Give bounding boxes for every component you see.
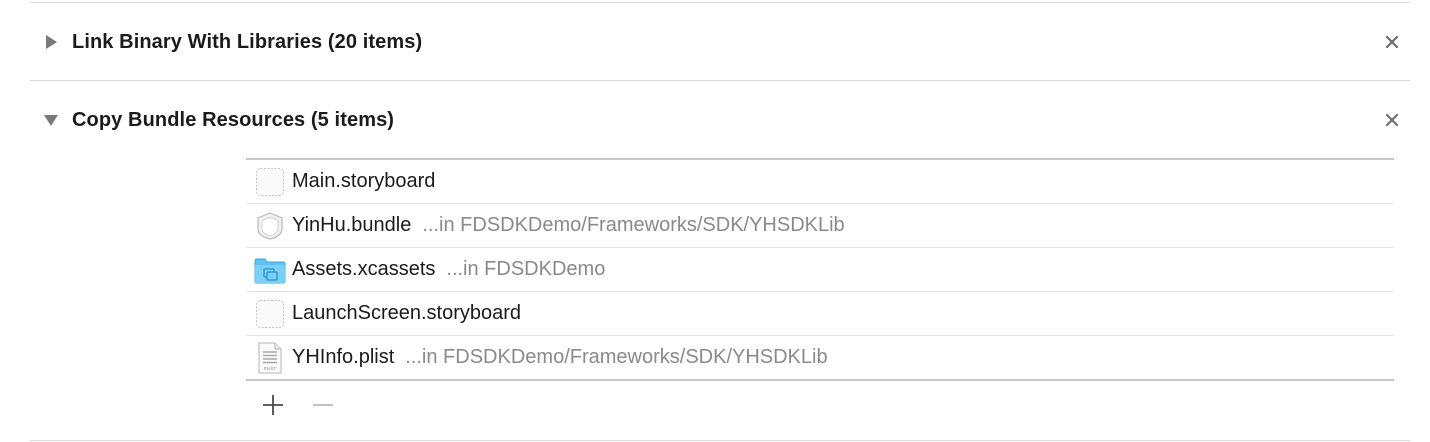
disclosure-triangle-expanded[interactable] xyxy=(30,100,72,140)
table-row[interactable]: LaunchScreen.storyboard xyxy=(246,292,1394,336)
file-path: ...in FDSDKDemo xyxy=(446,258,606,280)
resource-file-list: Main.storyboard YinHu.bundle ...in FDSDK… xyxy=(246,158,1394,381)
plist-file-icon: PLIST xyxy=(254,342,286,374)
file-name: Assets.xcassets xyxy=(292,258,436,280)
file-name: YHInfo.plist xyxy=(292,346,395,368)
remove-phase-button[interactable] xyxy=(1382,110,1402,130)
file-path: ...in FDSDKDemo/Frameworks/SDK/YHSDKLib xyxy=(422,214,845,236)
phase-copy-bundle-resources: Copy Bundle Resources (5 items) xyxy=(30,100,1410,140)
close-icon xyxy=(1385,35,1399,49)
file-name: YinHu.bundle xyxy=(292,214,412,236)
list-footer-controls xyxy=(258,392,338,418)
bottom-separator xyxy=(30,440,1410,441)
file-name: LaunchScreen.storyboard xyxy=(292,302,522,324)
phase-title: Link Binary With Libraries (20 items) xyxy=(72,30,423,53)
file-path: ...in FDSDKDemo/Frameworks/SDK/YHSDKLib xyxy=(405,346,828,368)
phase-separator xyxy=(30,80,1410,81)
build-phases-panel: Link Binary With Libraries (20 items) Co… xyxy=(0,0,1430,442)
phase-link-binary: Link Binary With Libraries (20 items) xyxy=(30,22,1410,62)
bundle-icon xyxy=(254,210,286,242)
top-separator xyxy=(30,2,1410,3)
phase-title: Copy Bundle Resources (5 items) xyxy=(72,108,395,131)
table-row[interactable]: YinHu.bundle ...in FDSDKDemo/Frameworks/… xyxy=(246,204,1394,248)
storyboard-file-icon xyxy=(254,166,286,198)
remove-phase-button[interactable] xyxy=(1382,32,1402,52)
triangle-right-icon xyxy=(46,35,57,49)
table-row[interactable]: Main.storyboard xyxy=(246,160,1394,204)
minus-icon xyxy=(313,404,333,406)
file-name: Main.storyboard xyxy=(292,170,436,192)
asset-catalog-folder-icon xyxy=(254,254,286,286)
table-row[interactable]: PLIST YHInfo.plist ...in FDSDKDemo/Frame… xyxy=(246,336,1394,381)
disclosure-triangle-collapsed[interactable] xyxy=(30,22,72,62)
plist-icon-label: PLIST xyxy=(264,366,277,371)
close-icon xyxy=(1385,113,1399,127)
table-row[interactable]: Assets.xcassets ...in FDSDKDemo xyxy=(246,248,1394,292)
plus-icon xyxy=(263,395,283,415)
remove-file-button[interactable] xyxy=(308,392,338,418)
storyboard-file-icon xyxy=(254,298,286,330)
add-file-button[interactable] xyxy=(258,392,288,418)
triangle-down-icon xyxy=(44,115,58,126)
